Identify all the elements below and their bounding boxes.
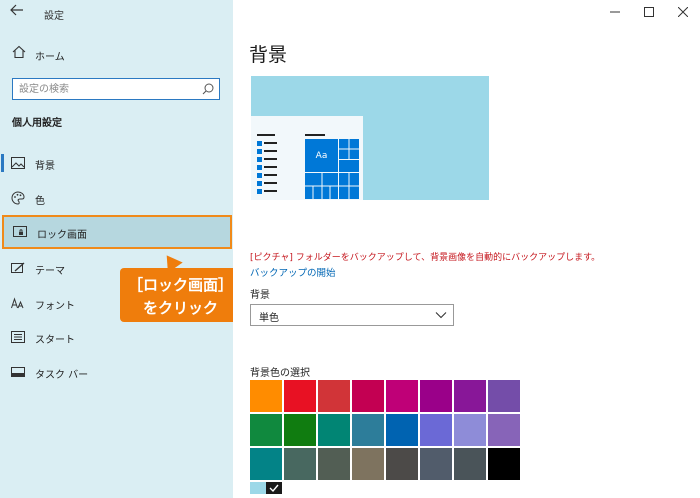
- color-swatch[interactable]: [488, 380, 520, 412]
- background-type-select[interactable]: 単色: [250, 304, 454, 326]
- callout-line2: をクリック: [142, 299, 218, 317]
- current-page-indicator: [1, 154, 4, 172]
- color-swatch[interactable]: [488, 448, 520, 480]
- sidebar-item-label: タスク バー: [35, 370, 89, 381]
- taskbar-icon: [10, 365, 26, 379]
- page-title: 背景: [249, 44, 288, 66]
- sidebar-item-color[interactable]: 色: [0, 181, 233, 215]
- color-swatch[interactable]: [386, 414, 418, 446]
- instruction-callout: ［ロック画面］ をクリック: [120, 268, 241, 322]
- color-swatch[interactable]: [318, 380, 350, 412]
- color-swatch[interactable]: [284, 414, 316, 446]
- color-swatch[interactable]: [488, 414, 520, 446]
- home-link[interactable]: ホーム: [0, 42, 233, 66]
- sidebar-item-label: ロック画面: [37, 230, 87, 241]
- background-type-label: 背景: [250, 290, 270, 301]
- back-arrow-icon[interactable]: [8, 4, 26, 22]
- sidebar-item-label: 色: [35, 196, 45, 207]
- home-label: ホーム: [35, 52, 65, 63]
- search-input[interactable]: [19, 82, 199, 96]
- preview-tile-label: Aa: [315, 150, 328, 161]
- sidebar: 設定 ホーム 個人用設定 背景 色 ロック画面: [0, 0, 241, 498]
- title-bar: 設定: [0, 0, 233, 26]
- home-icon: [12, 45, 26, 61]
- color-swatch[interactable]: [420, 414, 452, 446]
- window-controls: [598, 0, 700, 26]
- section-title: 個人用設定: [12, 118, 62, 129]
- color-swatch[interactable]: [420, 380, 452, 412]
- color-swatch[interactable]: [250, 482, 282, 494]
- color-swatch[interactable]: [352, 448, 384, 480]
- color-swatch[interactable]: [318, 448, 350, 480]
- color-swatch[interactable]: [318, 414, 350, 446]
- color-swatch[interactable]: [250, 414, 282, 446]
- sidebar-item-lock-screen[interactable]: ロック画面: [2, 215, 232, 249]
- sidebar-item-background[interactable]: 背景: [0, 146, 233, 180]
- sidebar-item-label: フォント: [35, 301, 75, 312]
- sidebar-item-label: テーマ: [35, 266, 65, 277]
- color-swatch[interactable]: [386, 380, 418, 412]
- background-preview: Aa: [251, 76, 489, 200]
- color-swatch[interactable]: [454, 380, 486, 412]
- sidebar-item-start[interactable]: スタート: [0, 320, 233, 354]
- chevron-down-icon: [435, 310, 447, 320]
- sidebar-item-label: スタート: [35, 335, 75, 346]
- main-panel: 背景 Aa [ピクチャ] フォルダーをバックアップして、背景画像を自動的にバック…: [233, 0, 700, 498]
- checkmark-icon: [266, 482, 282, 494]
- background-type-value: 単色: [259, 313, 279, 324]
- background-color-label: 背景色の選択: [250, 368, 310, 379]
- picture-icon: [10, 156, 26, 170]
- color-swatch[interactable]: [454, 448, 486, 480]
- color-swatch[interactable]: [386, 448, 418, 480]
- preview-desktop: Aa: [251, 116, 363, 200]
- color-swatch[interactable]: [420, 448, 452, 480]
- sidebar-item-taskbar[interactable]: タスク バー: [0, 355, 233, 389]
- backup-warning: [ピクチャ] フォルダーをバックアップして、背景画像を自動的にバックアップします…: [250, 253, 601, 263]
- minimize-icon[interactable]: [598, 0, 632, 24]
- color-swatch[interactable]: [284, 448, 316, 480]
- sidebar-item-label: 背景: [35, 161, 55, 172]
- theme-brush-icon: [10, 261, 26, 275]
- close-icon[interactable]: [666, 0, 700, 24]
- palette-icon: [10, 191, 26, 205]
- lock-screen-icon: [12, 225, 28, 239]
- color-swatch[interactable]: [284, 380, 316, 412]
- callout-line1: ［ロック画面］: [127, 276, 233, 294]
- color-swatch[interactable]: [352, 380, 384, 412]
- color-swatch[interactable]: [454, 414, 486, 446]
- start-icon: [10, 330, 26, 344]
- app-title: 設定: [44, 11, 64, 22]
- font-icon: [10, 296, 26, 310]
- backup-start-link[interactable]: バックアップの開始: [250, 265, 336, 279]
- color-swatch[interactable]: [250, 380, 282, 412]
- search-box[interactable]: [12, 78, 220, 100]
- color-swatch[interactable]: [352, 414, 384, 446]
- search-icon[interactable]: [201, 82, 215, 96]
- maximize-icon[interactable]: [632, 0, 666, 24]
- color-swatch[interactable]: [250, 448, 282, 480]
